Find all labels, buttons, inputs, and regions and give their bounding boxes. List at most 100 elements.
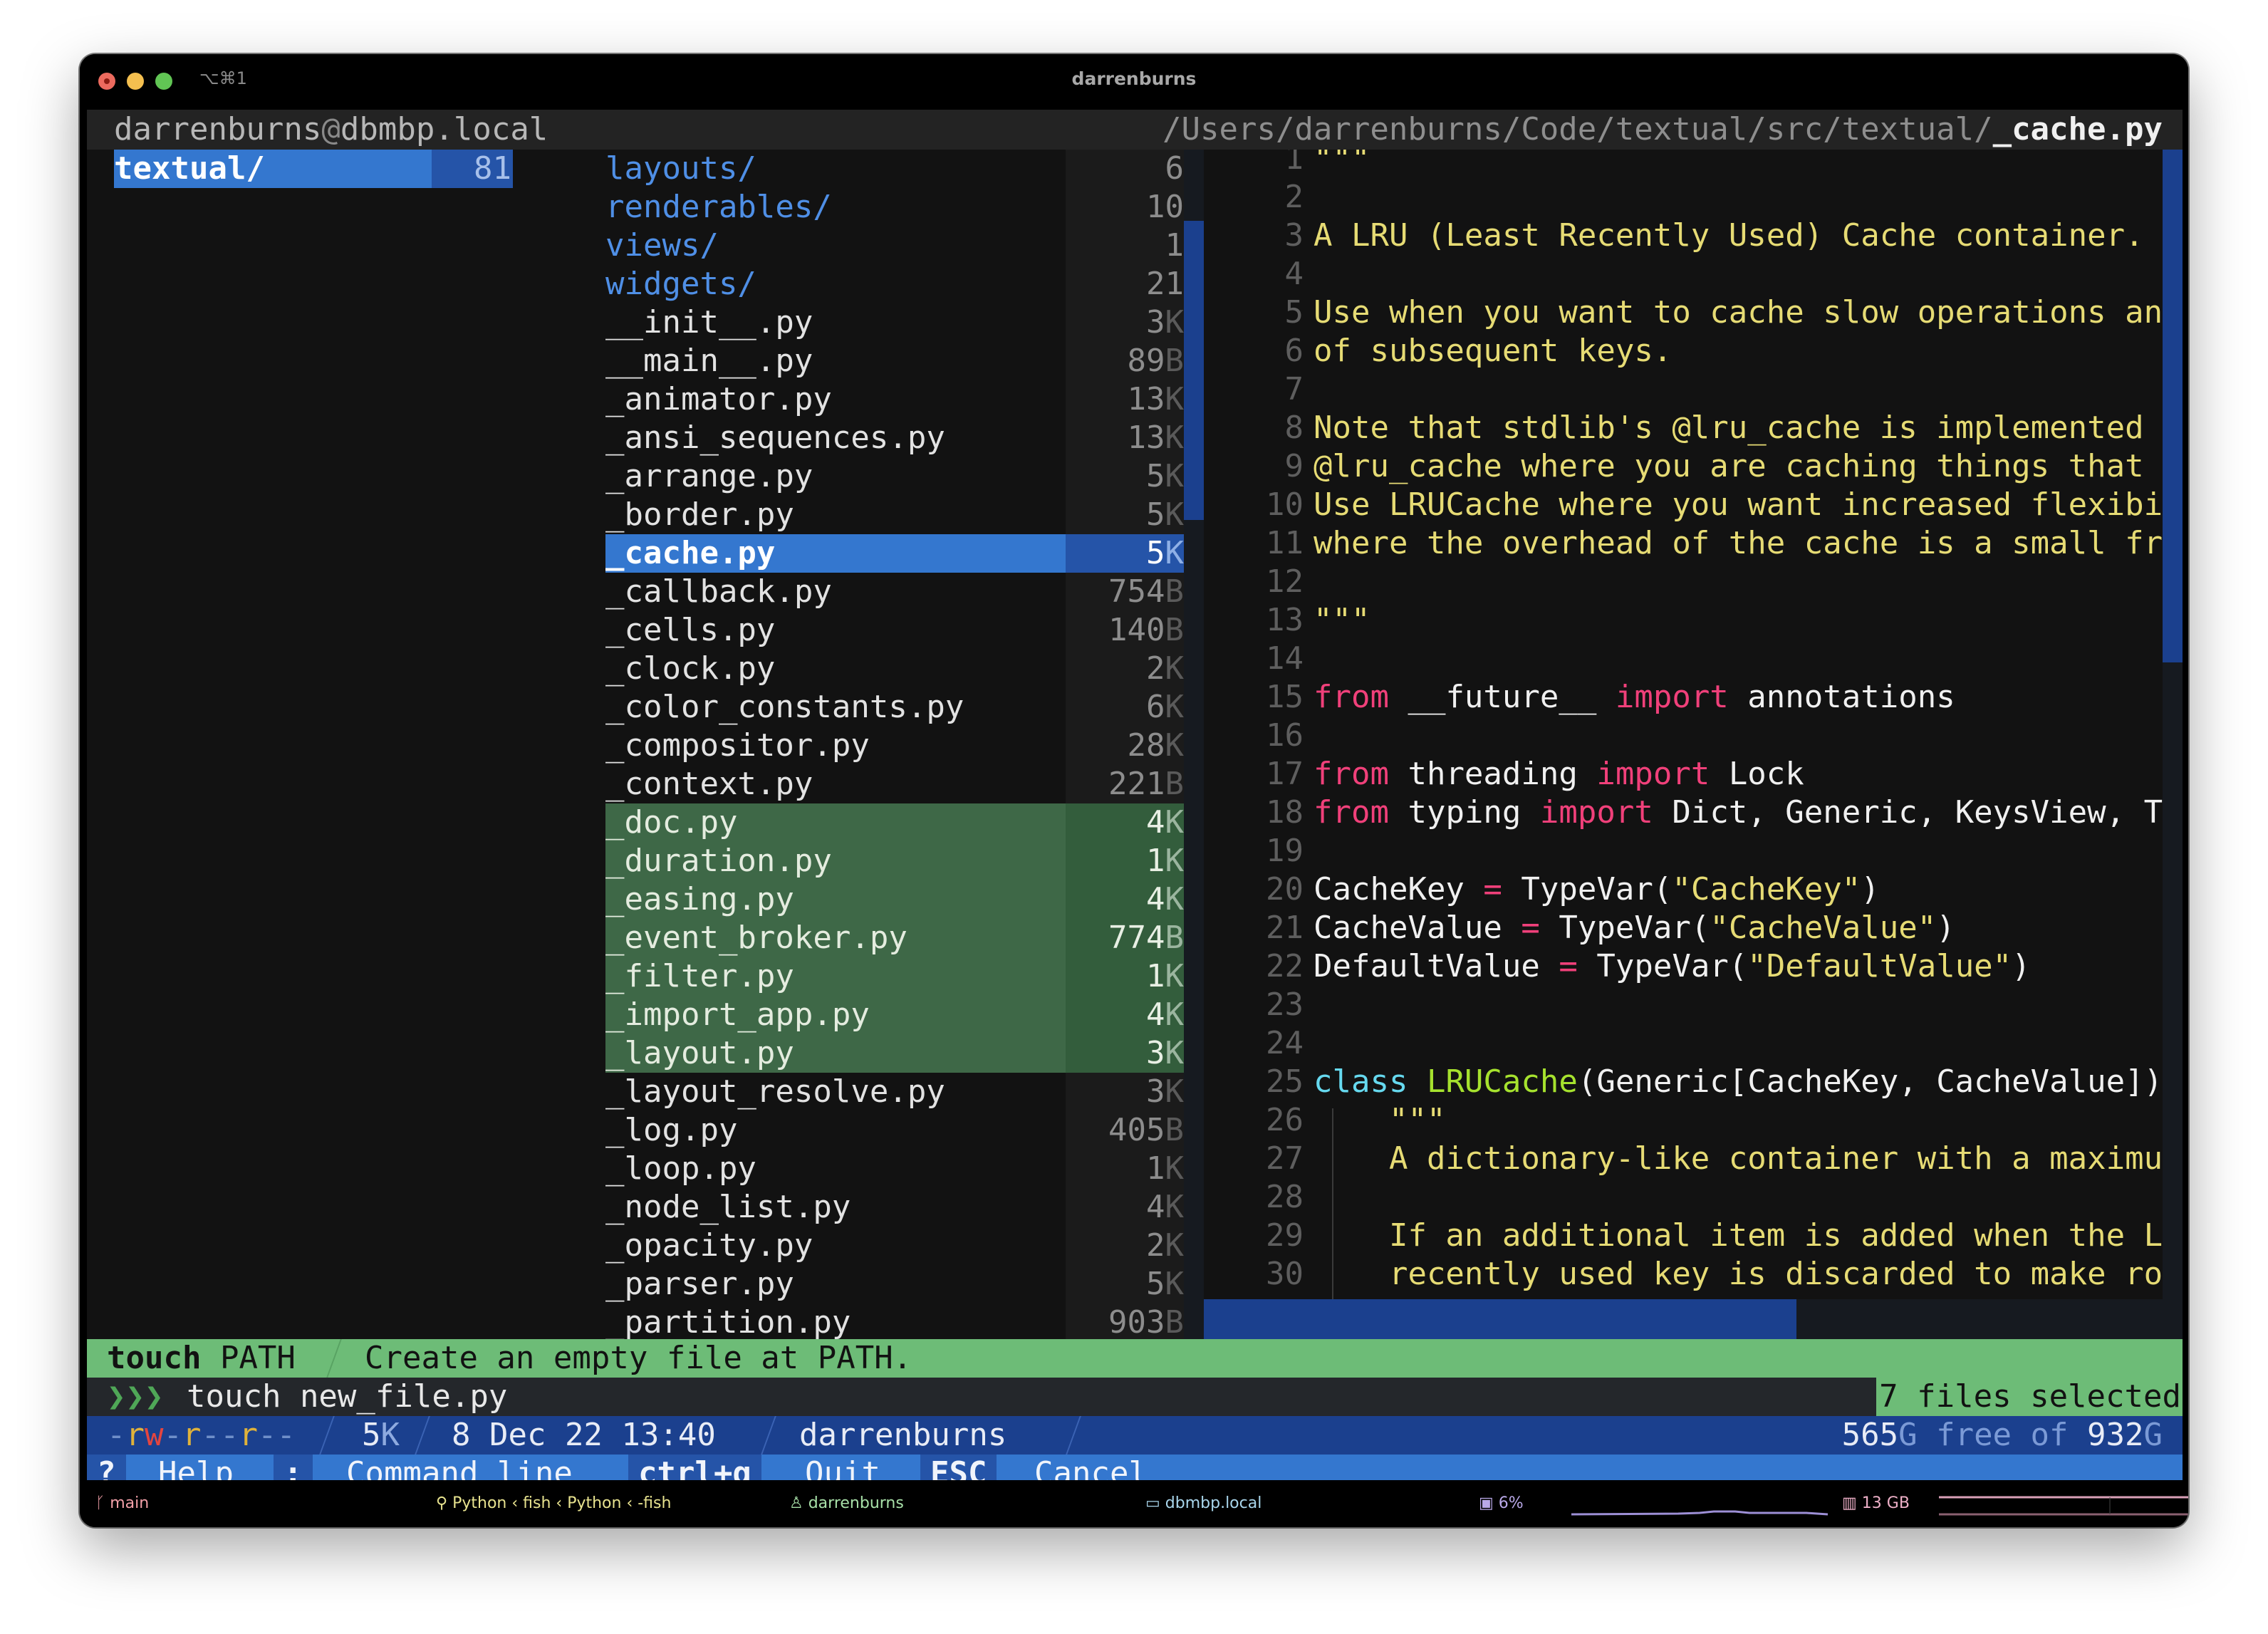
file-size: 405B [1108,1111,1184,1150]
preview-vertical-scrollbar[interactable] [2163,150,2183,1339]
code-token-plain: TypeVar( [1502,871,1673,907]
code-text: class LRUCache(Generic[CacheKey, CacheVa… [1314,1063,2163,1100]
file-item[interactable]: _cells.py 140B [605,611,1184,650]
line-number: 1 [1284,150,1304,177]
hostname: dbmbp.local [340,111,548,147]
code-text: from typing import Dict, Generic, KeysVi… [1314,794,2163,831]
file-item[interactable]: _loop.py 1K [605,1150,1184,1188]
file-item[interactable]: _node_list.py 4K [605,1188,1184,1227]
session-host-label: dbmbp.local [1165,1494,1262,1512]
file-size-value: 754 [1108,573,1165,610]
directory-item[interactable]: layouts/6 [605,150,1184,188]
file-item[interactable]: _log.py 405B [605,1111,1184,1150]
file-size-unit: B [1165,1112,1185,1148]
file-item[interactable]: __main__.py 89B [605,342,1184,380]
file-size-value: 1 [1146,1150,1165,1187]
directory-item[interactable]: renderables/10 [605,188,1184,227]
file-item[interactable]: _border.py 5K [605,496,1184,534]
file-name: _log.py [605,1112,738,1148]
file-size-unit: K [1165,1189,1185,1225]
file-item[interactable]: __init__.py 3K [605,303,1184,342]
line-number: 16 [1266,717,1304,754]
file-preview[interactable]: 1 """ 2 3 A LRU (Least Recently Used) Cache … [1204,150,2163,1299]
file-size: 221B [1108,765,1184,803]
code-line: 8 Note that stdlib's @lru_cache is implem… [1204,409,2163,447]
code-line: 5 Use when you want to cache slow operati… [1204,293,2163,332]
file-size-unit: B [1165,766,1185,802]
file-item[interactable]: _callback.py 754B [605,573,1184,611]
file-item[interactable]: _cache.py 5K [605,534,1184,573]
permission-char: - [163,1417,183,1453]
file-item[interactable]: _filter.py 1K [605,957,1184,996]
file-list[interactable]: layouts/6 renderables/10 views/1 widgets/21… [605,150,1184,1339]
memory-usage-label: 13 GB [1861,1494,1910,1512]
parent-directory-item[interactable]: textual/ 81 [114,150,513,188]
segment-separator [326,1339,342,1378]
code-token-op: = [1521,910,1540,946]
file-item[interactable]: _import_app.py 4K [605,996,1184,1034]
file-list-scrollbar-thumb[interactable] [1184,221,1204,520]
preview-vertical-scrollbar-thumb[interactable] [2163,150,2183,662]
permission-char: - [220,1417,239,1453]
hint-command: touch PATH [107,1339,296,1378]
file-size-value: 2 [1146,1227,1165,1264]
file-item[interactable]: _context.py 221B [605,765,1184,803]
segment-separator [1066,1416,1081,1455]
line-number: 18 [1266,794,1304,831]
file-item[interactable]: _clock.py 2K [605,650,1184,688]
file-name: layouts/ [605,150,756,187]
file-item[interactable]: _ansi_sequences.py 13K [605,419,1184,457]
file-size-unit: K [1165,804,1185,841]
file-item[interactable]: _animator.py 13K [605,380,1184,419]
directory-item[interactable]: widgets/21 [605,265,1184,303]
file-list-scrollbar[interactable] [1184,150,1204,1339]
disk-total-value: 932 [2087,1417,2144,1453]
hint-command-argument: PATH [219,1340,296,1376]
file-name: _event_broker.py [605,920,907,956]
line-number: 5 [1284,294,1304,331]
file-size: 13K [1128,419,1184,457]
file-item[interactable]: _partition.py 903B [605,1303,1184,1339]
file-item[interactable]: _duration.py 1K [605,842,1184,880]
line-number: 7 [1284,371,1304,407]
command-line: ❯❯❯ 7 files selected [87,1378,2183,1416]
code-line: 21 CacheValue = TypeVar("CacheValue") [1204,909,1955,947]
permission-char: - [201,1417,221,1453]
code-token-plain: DefaultValue [1314,948,1559,984]
line-number: 21 [1266,910,1304,946]
file-owner: darrenburns [799,1417,1007,1453]
code-token-plain: TypeVar( [1577,948,1748,984]
code-line: 23 [1204,986,1314,1024]
disk-free-value: 565 [1841,1417,1899,1453]
file-size: 4K [1146,880,1184,919]
file-item[interactable]: _color_constants.py 6K [605,688,1184,727]
file-item[interactable]: _layout_resolve.py 3K [605,1073,1184,1111]
file-size-unit: K [1165,958,1185,994]
file-item[interactable]: _parser.py 5K [605,1265,1184,1303]
file-item[interactable]: _event_broker.py 774B [605,919,1184,957]
file-size-value: 3 [1146,1035,1165,1071]
preview-horizontal-scrollbar[interactable] [1204,1299,2163,1339]
file-item[interactable]: _doc.py 4K [605,803,1184,842]
file-item[interactable]: _opacity.py 2K [605,1227,1184,1265]
file-item[interactable]: _layout.py 3K [605,1034,1184,1073]
code-token-plain: ) [1861,871,1880,907]
code-token-plain: threading [1388,756,1597,792]
file-size: 1 [1165,227,1185,265]
preview-horizontal-scrollbar-thumb[interactable] [1204,1299,1796,1339]
git-branch-icon: ᚴ [95,1494,110,1512]
file-item[interactable]: _arrange.py 5K [605,457,1184,496]
command-input[interactable] [187,1378,1825,1416]
code-line: 6 of subsequent keys. [1204,332,1673,370]
file-size-unit: B [1165,573,1185,610]
file-size: 754B [1108,573,1184,611]
file-item[interactable]: _easing.py 4K [605,880,1184,919]
code-token-plain: ) [1936,910,1955,946]
git-branch-label: main [110,1494,150,1512]
file-size-value: 4 [1146,804,1165,841]
file-name: _arrange.py [605,458,813,494]
file-size-value: 21 [1146,266,1184,302]
directory-item[interactable]: views/1 [605,227,1184,265]
file-name: _easing.py [605,881,794,917]
file-item[interactable]: _compositor.py 28K [605,727,1184,765]
